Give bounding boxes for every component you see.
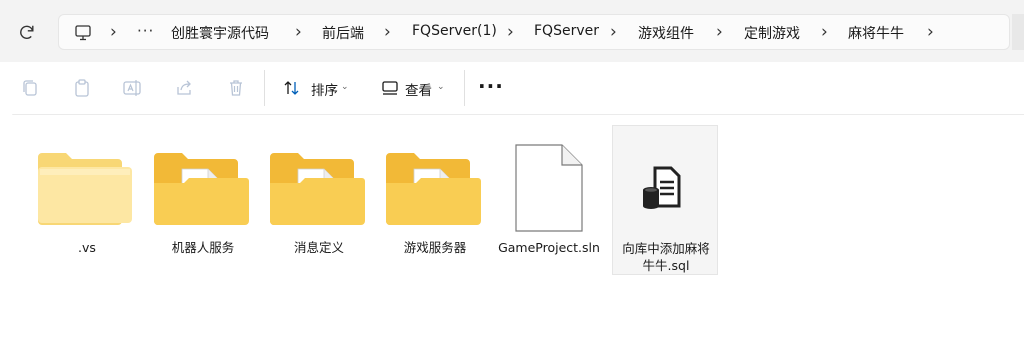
toolbar-divider bbox=[264, 70, 265, 106]
file-item-selected[interactable]: 向库中添加麻将 牛牛.sql bbox=[612, 125, 718, 275]
breadcrumb-item[interactable]: FQServer(1) bbox=[412, 23, 497, 39]
file-name: 机器人服务 bbox=[171, 240, 235, 255]
folder-icon bbox=[154, 153, 249, 225]
chevron-down-icon: ⌄ bbox=[341, 82, 349, 92]
sort-button[interactable]: 排序 ⌄ bbox=[283, 77, 355, 99]
toolbar-divider bbox=[464, 70, 465, 106]
file-name: GameProject.sln bbox=[498, 240, 600, 255]
view-label: 查看 bbox=[405, 83, 432, 99]
copy-icon[interactable] bbox=[20, 78, 40, 98]
chevron-right-icon[interactable]: › bbox=[295, 22, 302, 42]
file-item[interactable]: 机器人服务 bbox=[150, 125, 256, 275]
file-item[interactable]: .vs bbox=[34, 125, 140, 275]
breadcrumb-item[interactable]: 游戏组件 bbox=[638, 23, 694, 43]
refresh-icon[interactable] bbox=[17, 22, 37, 42]
chevron-right-icon[interactable]: › bbox=[507, 22, 514, 42]
file-item[interactable]: 游戏服务器 bbox=[382, 125, 488, 275]
file-item[interactable]: 消息定义 bbox=[266, 125, 372, 275]
view-icon bbox=[382, 81, 398, 95]
breadcrumb-overflow[interactable]: ··· bbox=[137, 22, 154, 40]
breadcrumb-item[interactable]: 定制游戏 bbox=[744, 23, 800, 43]
file-name: 向库中添加麻将 牛牛.sql bbox=[613, 240, 719, 274]
paste-icon[interactable] bbox=[72, 78, 92, 98]
folder-icon bbox=[386, 153, 481, 225]
breadcrumb-item-current[interactable]: 麻将牛牛 bbox=[848, 23, 904, 43]
chevron-right-icon[interactable]: › bbox=[610, 22, 617, 42]
rename-icon[interactable] bbox=[122, 78, 142, 98]
breadcrumb-item[interactable]: FQServer bbox=[534, 23, 599, 39]
folder-icon bbox=[270, 153, 365, 225]
file-item[interactable]: GameProject.sln bbox=[496, 125, 602, 275]
command-bar bbox=[0, 62, 1024, 115]
sort-icon bbox=[284, 81, 299, 95]
sql-file-icon bbox=[643, 166, 681, 209]
address-bar-row: › ··· 创胜寰宇源代码 › 前后端 › FQServer(1) › FQSe… bbox=[0, 0, 1024, 62]
more-options-button[interactable]: ··· bbox=[478, 74, 504, 98]
chevron-right-icon[interactable]: › bbox=[716, 22, 723, 42]
chevron-right-icon[interactable]: › bbox=[384, 22, 391, 42]
breadcrumb-item[interactable]: 前后端 bbox=[322, 23, 364, 43]
view-button[interactable]: 查看 ⌄ bbox=[381, 77, 451, 99]
address-bar-scroll[interactable] bbox=[1012, 14, 1024, 50]
file-name-line: 向库中添加麻将 bbox=[622, 241, 710, 256]
sort-label: 排序 bbox=[311, 83, 338, 99]
file-name: 游戏服务器 bbox=[403, 240, 467, 255]
this-pc-icon[interactable] bbox=[74, 24, 92, 42]
address-bar[interactable]: › ··· 创胜寰宇源代码 › 前后端 › FQServer(1) › FQSe… bbox=[58, 14, 1010, 50]
file-name: .vs bbox=[78, 240, 96, 255]
file-view: .vs 机器人服务 消息定义 游戏服务器 GameProject.sln 向库中… bbox=[0, 115, 1024, 341]
file-name-line: 牛牛.sql bbox=[642, 258, 690, 273]
folder-icon bbox=[38, 153, 132, 225]
chevron-right-icon[interactable]: › bbox=[821, 22, 828, 42]
file-name: 消息定义 bbox=[293, 240, 344, 255]
chevron-down-icon: ⌄ bbox=[437, 82, 445, 92]
breadcrumb-item[interactable]: 创胜寰宇源代码 bbox=[171, 23, 269, 43]
chevron-right-icon[interactable]: › bbox=[110, 22, 117, 42]
chevron-right-icon[interactable]: › bbox=[927, 22, 934, 42]
document-icon bbox=[515, 144, 583, 232]
delete-icon[interactable] bbox=[226, 78, 246, 98]
share-icon[interactable] bbox=[174, 78, 194, 98]
